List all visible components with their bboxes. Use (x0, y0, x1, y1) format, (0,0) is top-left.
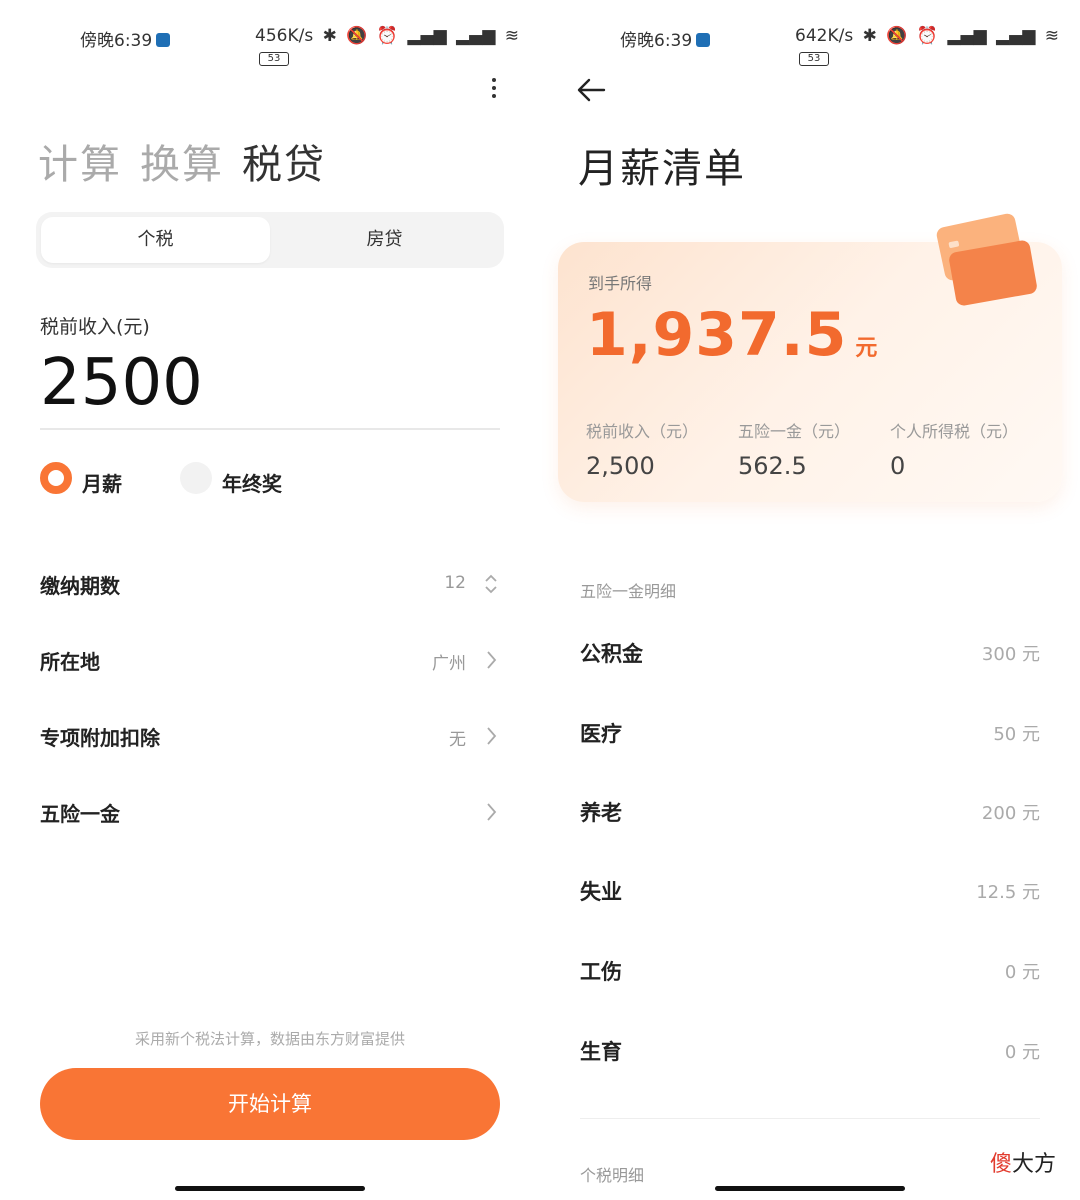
signal-2-icon: ▂▄▆ (456, 26, 496, 46)
wifi-icon: ≋ (1044, 26, 1059, 46)
item-label: 公积金 (580, 642, 643, 666)
row-special-deductions[interactable]: 专项附加扣除 无 (40, 716, 500, 756)
app-notification-icon (696, 33, 711, 47)
row-label: 五险一金 (40, 802, 120, 826)
radio-label-monthly: 月薪 (82, 472, 122, 496)
row-social-insurance[interactable]: 五险一金 (40, 792, 500, 832)
status-indicators: 642K/s ✱ 🔕 ⏰ ▂▄▆ ▂▄▆ ≋ 53 (795, 26, 1080, 66)
chevron-right-icon (487, 651, 497, 669)
stat-label: 五险一金（元） (738, 422, 851, 441)
row-label: 专项附加扣除 (40, 726, 160, 750)
salary-breakdown-screen: 傍晚6:39 642K/s ✱ 🔕 ⏰ ▂▄▆ ▂▄▆ ≋ 53 月薪清单 到手… (540, 0, 1080, 1200)
tab-calculate[interactable]: 计算 (38, 142, 122, 188)
net-income-card: 到手所得 1,937.5 元 税前收入（元） 2,500 五险一金（元） 562.… (558, 213, 1062, 502)
signal-2-icon: ▂▄▆ (996, 26, 1036, 46)
stat-income-tax: 个人所得税（元） 0 (890, 418, 1018, 480)
item-label: 医疗 (580, 722, 622, 746)
mute-icon: 🔕 (886, 26, 908, 46)
list-item: 生育 0 元 (580, 1030, 1040, 1070)
list-item: 失业 12.5 元 (580, 870, 1040, 910)
item-value: 0 元 (1004, 962, 1040, 983)
chevron-right-icon (487, 803, 497, 821)
start-calculate-button[interactable]: 开始计算 (40, 1068, 500, 1140)
up-down-icon (485, 574, 497, 594)
item-value: 300 元 (981, 644, 1040, 665)
row-label: 缴纳期数 (40, 574, 120, 598)
radio-label-bonus: 年终奖 (222, 472, 282, 496)
item-label: 养老 (580, 801, 622, 825)
stat-value: 562.5 (738, 452, 807, 480)
segment-mortgage[interactable]: 房贷 (270, 217, 499, 263)
signal-icon: ▂▄▆ (947, 26, 987, 46)
radio-monthly-salary[interactable] (40, 462, 72, 494)
stat-label: 税前收入（元） (586, 422, 699, 441)
section-divider (580, 1118, 1040, 1119)
status-time: 傍晚6:39 (620, 26, 711, 51)
battery-icon: 53 (799, 52, 829, 66)
item-label: 工伤 (580, 960, 622, 984)
stat-value: 0 (890, 452, 906, 480)
chevron-right-icon (487, 727, 497, 745)
list-item: 公积金 300 元 (580, 632, 1040, 672)
list-item: 养老 200 元 (580, 791, 1040, 831)
network-speed: 456K/s (255, 26, 314, 46)
wifi-icon: ≋ (504, 26, 519, 46)
tax-calculator-screen: 傍晚6:39 456K/s ✱ 🔕 ⏰ ▂▄▆ ▂▄▆ ≋ 53 计算 换算 税贷 … (0, 0, 540, 1200)
insurance-section-title: 五险一金明细 (580, 582, 677, 601)
net-income-value: 1,937.5 元 (586, 300, 879, 370)
bluetooth-icon: ✱ (862, 26, 877, 46)
item-value: 200 元 (981, 803, 1040, 824)
bank-cards-icon (936, 213, 1037, 306)
home-indicator[interactable] (175, 1186, 365, 1191)
row-value: 广州 (432, 654, 466, 674)
alarm-icon: ⏰ (376, 26, 398, 46)
row-location[interactable]: 所在地 广州 (40, 640, 500, 680)
tax-section-title: 个税明细 (580, 1166, 645, 1185)
row-label: 所在地 (40, 650, 100, 674)
input-underline (40, 428, 500, 430)
row-value: 无 (449, 730, 466, 750)
row-value: 12 (444, 573, 466, 593)
income-input[interactable]: 2500 (40, 346, 203, 420)
signal-icon: ▂▄▆ (407, 26, 447, 46)
mode-tabs: 计算 换算 税贷 (38, 132, 344, 190)
list-item: 医疗 50 元 (580, 712, 1040, 752)
tab-tax-loan[interactable]: 税贷 (242, 142, 326, 188)
row-payment-periods[interactable]: 缴纳期数 12 (40, 564, 500, 604)
stat-pretax-income: 税前收入（元） 2,500 (586, 418, 698, 480)
watermark: 傻大方 (990, 1152, 1057, 1177)
segment-income-tax[interactable]: 个税 (41, 217, 270, 263)
item-label: 生育 (580, 1040, 622, 1064)
net-income-unit: 元 (855, 336, 879, 361)
item-value: 12.5 元 (976, 882, 1040, 903)
item-value: 50 元 (993, 724, 1040, 745)
home-indicator[interactable] (715, 1186, 905, 1191)
stat-social-insurance: 五险一金（元） 562.5 (738, 418, 850, 480)
status-bar: 傍晚6:39 456K/s ✱ 🔕 ⏰ ▂▄▆ ▂▄▆ ≋ 53 (0, 24, 540, 66)
network-speed: 642K/s (795, 26, 854, 46)
item-value: 0 元 (1004, 1042, 1040, 1063)
mute-icon: 🔕 (346, 26, 368, 46)
net-income-label: 到手所得 (588, 274, 653, 293)
status-bar: 傍晚6:39 642K/s ✱ 🔕 ⏰ ▂▄▆ ▂▄▆ ≋ 53 (540, 24, 1080, 66)
page-title: 月薪清单 (578, 146, 746, 192)
status-time: 傍晚6:39 (80, 26, 171, 51)
list-item: 工伤 0 元 (580, 950, 1040, 990)
item-label: 失业 (580, 880, 622, 904)
data-source-note: 采用新个税法计算，数据由东方财富提供 (134, 1030, 405, 1048)
tab-convert[interactable]: 换算 (140, 142, 224, 188)
income-label: 税前收入(元) (40, 316, 150, 338)
bluetooth-icon: ✱ (322, 26, 337, 46)
segment-control: 个税 房贷 (36, 212, 504, 268)
battery-icon: 53 (259, 52, 289, 66)
stat-value: 2,500 (586, 452, 655, 480)
stat-label: 个人所得税（元） (890, 422, 1019, 441)
back-arrow-icon[interactable] (576, 76, 608, 104)
app-notification-icon (156, 33, 171, 47)
more-options-icon[interactable] (484, 78, 504, 104)
alarm-icon: ⏰ (916, 26, 938, 46)
radio-year-end-bonus[interactable] (180, 462, 212, 494)
status-indicators: 456K/s ✱ 🔕 ⏰ ▂▄▆ ▂▄▆ ≋ 53 (255, 26, 540, 66)
